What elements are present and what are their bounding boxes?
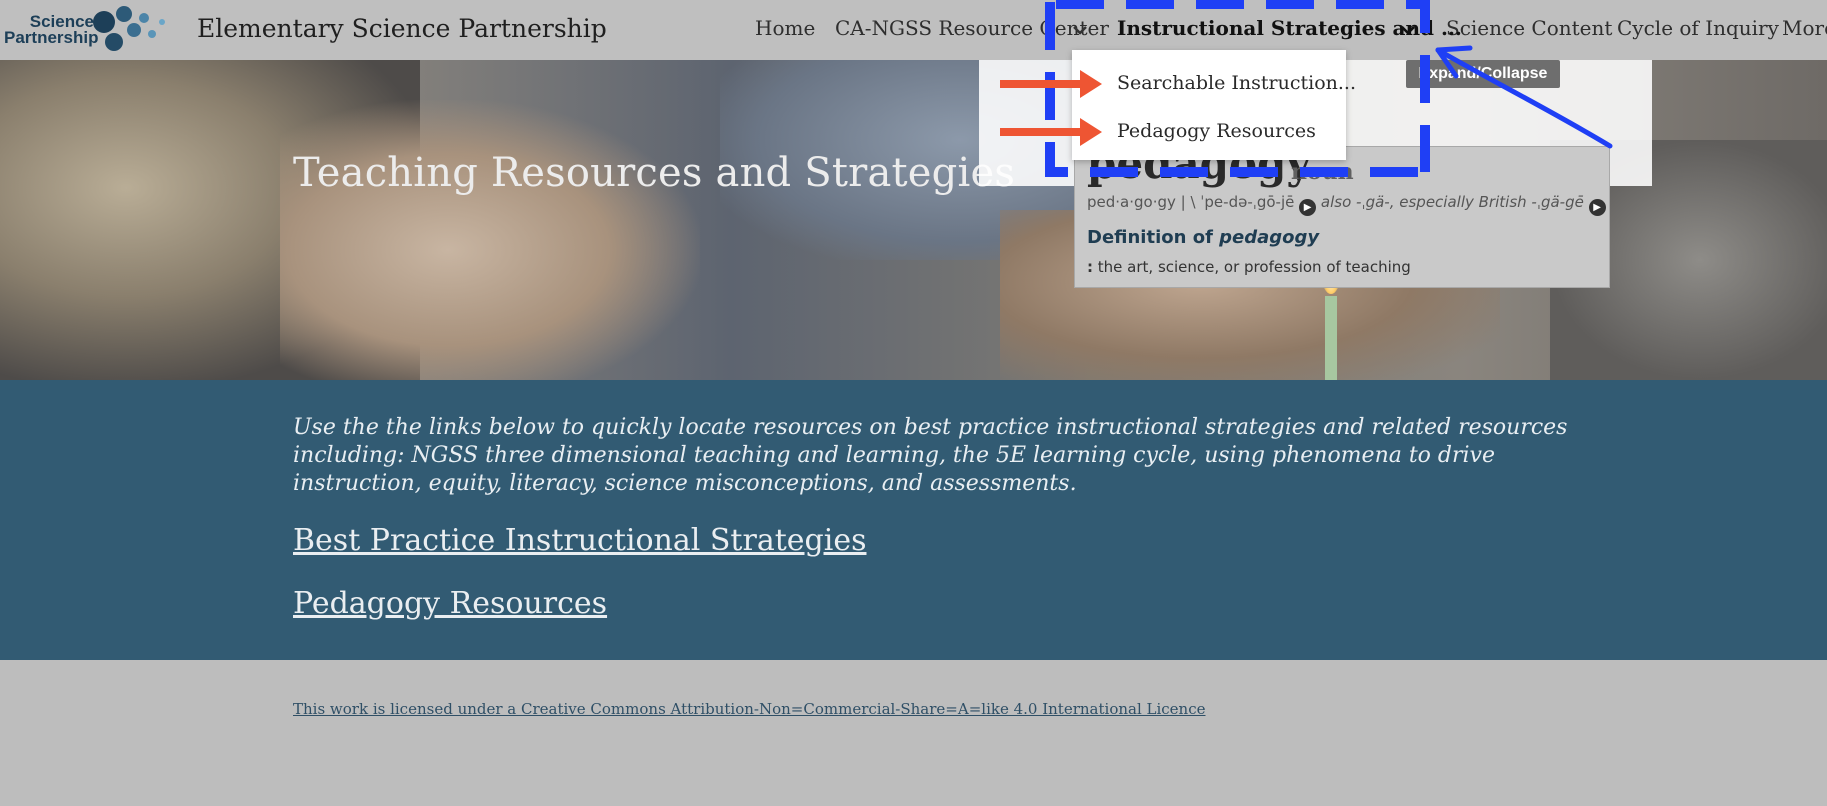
hero-photo-region xyxy=(280,100,700,380)
sense-marker: : xyxy=(1087,258,1093,276)
nav-dropdown-menu: Searchable Instruction... Pedagogy Resou… xyxy=(1072,50,1356,160)
definition-heading: Definition of pedagogy xyxy=(1087,227,1319,248)
logo-text: Science Partnership xyxy=(4,13,99,47)
nav-home[interactable]: Home xyxy=(755,16,815,46)
nav-instructional-strategies[interactable]: Instructional Strategies and ... xyxy=(1117,16,1462,46)
license-link[interactable]: This work is licensed under a Creative C… xyxy=(293,700,1206,718)
dropdown-item-pedagogy-resources[interactable]: Pedagogy Resources xyxy=(1117,120,1316,142)
chevron-down-icon[interactable] xyxy=(1399,18,1417,42)
site-title[interactable]: Elementary Science Partnership xyxy=(197,14,607,43)
definition-popup: pedagogy noun ped·a·go·gy | \ ˈpe-də-ˌgō… xyxy=(1074,146,1610,288)
intro-paragraph: Use the the links below to quickly locat… xyxy=(293,415,1568,496)
speaker-icon[interactable]: ▶ xyxy=(1299,199,1317,216)
nav-ca-ngss-resource-center[interactable]: CA-NGSS Resource Center xyxy=(835,16,1109,46)
definition-part-of-speech: noun xyxy=(1291,159,1354,185)
dropdown-item-searchable-instruction[interactable]: Searchable Instruction... xyxy=(1117,72,1356,94)
pronunciation-text: ped·a·go·gy | \ ˈpe-də-ˌgō-jē xyxy=(1087,193,1295,211)
speaker-icon[interactable]: ▶ xyxy=(1588,199,1606,216)
pronunciation-british: especially British -ˌgä-gē xyxy=(1399,193,1584,211)
logo-bubbles-icon xyxy=(93,6,165,51)
link-best-practice-strategies[interactable]: Best Practice Instructional Strategies xyxy=(293,523,866,558)
sense-text: the art, science, or profession of teach… xyxy=(1097,258,1411,276)
definition-heading-word: pedagogy xyxy=(1219,227,1320,248)
expand-collapse-tooltip: Expand/Collapse xyxy=(1406,60,1560,88)
nav-science-content[interactable]: Science Content xyxy=(1446,16,1612,46)
pronunciation-variant: also -ˌgä-, xyxy=(1320,193,1395,211)
nav-more[interactable]: More xyxy=(1782,16,1827,46)
definition-heading-prefix: Definition of xyxy=(1087,227,1220,248)
nav-cycle-of-inquiry[interactable]: Cycle of Inquiry xyxy=(1617,16,1779,46)
nav-ca-ngss-label: CA-NGSS Resource Center xyxy=(835,16,1109,40)
logo-line-2: Partnership xyxy=(4,28,99,47)
link-pedagogy-resources[interactable]: Pedagogy Resources xyxy=(293,586,607,621)
content-band: Use the the links below to quickly locat… xyxy=(0,380,1827,660)
definition-sense: : the art, science, or profession of tea… xyxy=(1087,258,1411,276)
chevron-down-icon[interactable] xyxy=(1071,18,1089,42)
site-logo[interactable]: Science Partnership xyxy=(4,4,182,52)
site-header: Science Partnership Elementary Science P… xyxy=(0,0,1827,60)
definition-pronunciation: ped·a·go·gy | \ ˈpe-də-ˌgō-jē ▶ also -ˌg… xyxy=(1087,193,1609,216)
page-title: Teaching Resources and Strategies xyxy=(293,150,1016,196)
candle xyxy=(1325,296,1337,380)
